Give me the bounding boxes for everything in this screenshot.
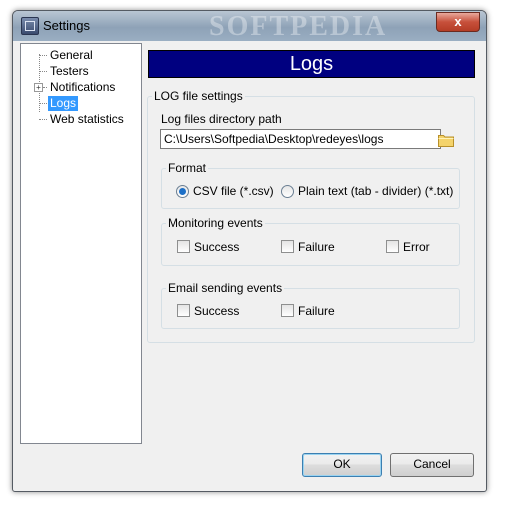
email-failure-checkbox[interactable] xyxy=(281,304,294,317)
radio-selected-dot xyxy=(179,188,186,195)
path-label: Log files directory path xyxy=(161,112,282,126)
email-success-checkbox[interactable] xyxy=(177,304,190,317)
email-success-label[interactable]: Success xyxy=(194,304,239,318)
page-title: Logs xyxy=(148,50,475,78)
tree-item-label: Testers xyxy=(50,64,89,78)
monitoring-failure-checkbox[interactable] xyxy=(281,240,294,253)
app-icon xyxy=(21,17,39,35)
folder-icon[interactable] xyxy=(438,133,454,147)
group-label: Format xyxy=(168,161,207,175)
close-button[interactable]: x xyxy=(436,12,480,32)
tree-item-label: Notifications xyxy=(50,80,116,94)
email-failure-label[interactable]: Failure xyxy=(298,304,335,318)
tree-item-label: General xyxy=(50,48,93,62)
group-label: Monitoring events xyxy=(168,216,263,230)
group-label: LOG file settings xyxy=(154,89,243,103)
csv-radio-label[interactable]: CSV file (*.csv) xyxy=(193,184,274,198)
monitoring-error-checkbox[interactable] xyxy=(386,240,399,253)
close-icon: x xyxy=(454,14,462,29)
window-title: Settings xyxy=(43,18,90,33)
group-label: Email sending events xyxy=(168,281,283,295)
log-path-input[interactable]: C:\Users\Softpedia\Desktop\redeyes\logs xyxy=(160,129,441,149)
settings-window: Settings SOFTPEDIA x General Testers + N… xyxy=(12,10,487,492)
monitoring-success-checkbox[interactable] xyxy=(177,240,190,253)
plain-text-radio-label[interactable]: Plain text (tab - divider) (*.txt) xyxy=(298,184,453,198)
softpedia-watermark: SOFTPEDIA xyxy=(209,11,388,42)
tree-item-label: Web statistics xyxy=(50,112,124,126)
cancel-button[interactable]: Cancel xyxy=(390,453,474,477)
tree-item-label: Logs xyxy=(48,96,79,111)
monitoring-failure-label[interactable]: Failure xyxy=(298,240,335,254)
plain-text-radio[interactable] xyxy=(281,185,294,198)
settings-tree[interactable]: General Testers + Notifications Logs Web… xyxy=(20,43,142,444)
expand-icon[interactable]: + xyxy=(34,83,43,92)
monitoring-error-label[interactable]: Error xyxy=(403,240,430,254)
ok-button[interactable]: OK xyxy=(302,453,382,477)
csv-radio[interactable] xyxy=(176,185,189,198)
title-bar[interactable]: Settings SOFTPEDIA x xyxy=(13,11,486,42)
monitoring-success-label[interactable]: Success xyxy=(194,240,239,254)
